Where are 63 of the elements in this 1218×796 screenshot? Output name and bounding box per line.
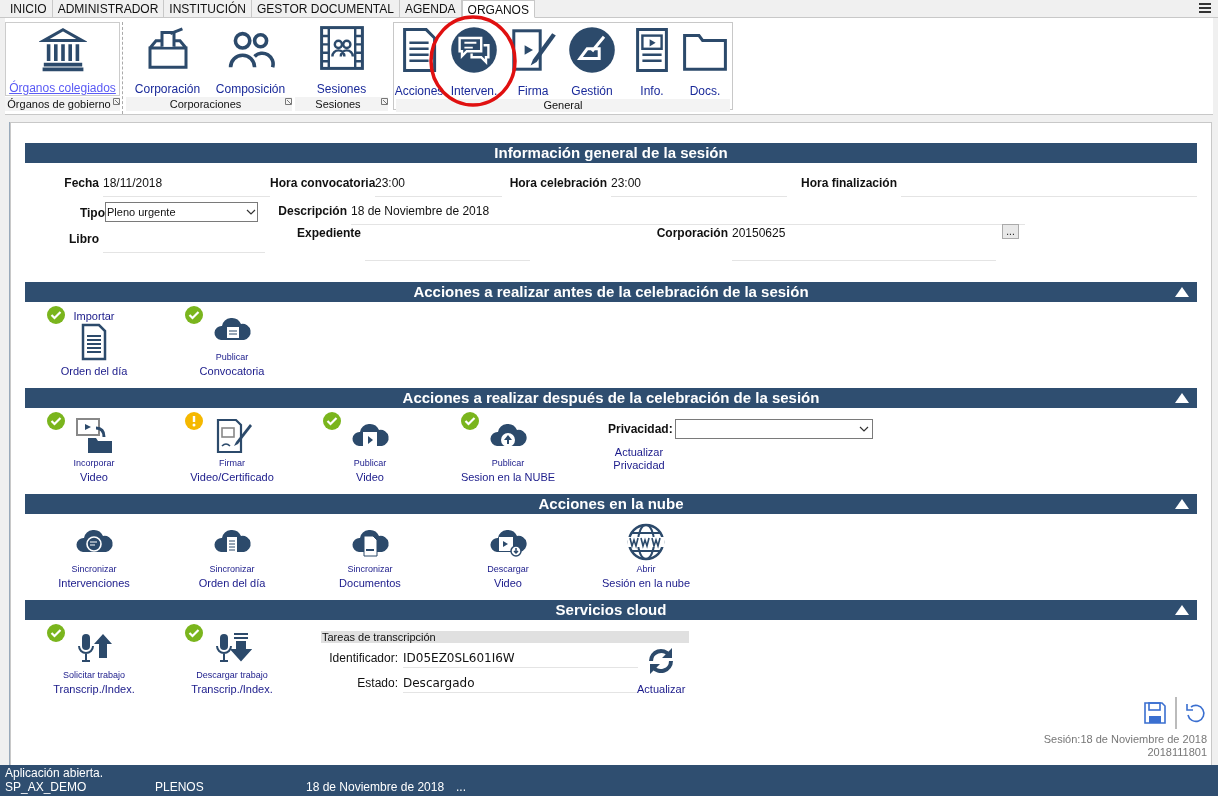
ribbon-button[interactable]: Docs. <box>680 24 730 98</box>
action-button[interactable]: Publicar Video <box>301 408 439 494</box>
field-value[interactable]: 23:00 <box>611 171 787 197</box>
action-button[interactable]: Descargar Video <box>439 514 577 600</box>
status-text: ... <box>456 780 467 794</box>
field-label: Tipo <box>78 205 105 222</box>
ribbon-button[interactable]: Acciones <box>396 24 442 98</box>
session-code: 2018111801 <box>1147 746 1207 759</box>
field-label: Descripción <box>277 203 348 220</box>
section-title: Información general de la sesión <box>494 142 728 163</box>
ribbon-button[interactable]: Composición <box>209 22 292 96</box>
status-text: PLENOS <box>155 780 205 794</box>
field-label: Estado: <box>356 675 399 692</box>
section-title: Acciones a realizar después de la celebración de la sesión <box>402 387 820 408</box>
action-button[interactable]: Importar Orden del día <box>25 302 163 388</box>
action-button[interactable]: Publicar Sesion en la NUBE <box>439 408 577 494</box>
section-title: Acciones a realizar antes de la celebración de la sesión <box>413 281 809 302</box>
field-value[interactable]: ID05EZ0SL601I6W <box>403 644 638 668</box>
action-button[interactable]: Firmar Video/Certificado <box>163 408 301 494</box>
field-value[interactable]: 18 de Noviembre de 2018 <box>351 199 1025 225</box>
status-text: SP_AX_DEMO <box>5 780 88 794</box>
field-label: Privacidad: <box>608 421 673 438</box>
field-value[interactable]: Descargado <box>403 669 638 693</box>
field-label: Hora celebración <box>508 175 608 192</box>
ribbon-button[interactable]: Info. <box>624 24 680 98</box>
field-label: Corporación <box>655 225 729 242</box>
action-button[interactable]: Publicar Convocatoria <box>163 302 301 388</box>
field-label: Hora convocatoria <box>270 175 375 192</box>
ribbon-button[interactable]: Sesiones <box>295 22 388 96</box>
field-label: Fecha <box>63 175 100 192</box>
action-button[interactable]: Incorporar Video <box>25 408 163 494</box>
field-label: Expediente <box>295 225 362 242</box>
action-button[interactable]: Sincronizar Orden del día <box>163 514 301 600</box>
field-value[interactable]: 18/11/2018 <box>103 171 270 197</box>
field-value[interactable]: 23:00 <box>375 171 502 197</box>
action-button[interactable]: Sincronizar Intervenciones <box>25 514 163 600</box>
group-label: General <box>542 99 584 112</box>
field-label: Libro <box>68 231 100 248</box>
section-title: Acciones en la nube <box>538 493 684 514</box>
action-button[interactable]: Solicitar trabajo Transcrip./Index. <box>25 620 163 701</box>
action-button[interactable]: Descargar trabajo Transcrip./Index. <box>163 620 301 701</box>
ribbon-button[interactable]: Corporación <box>126 22 209 96</box>
action-button[interactable]: Abrir Sesión en la nube <box>577 514 715 600</box>
field-label: Hora finalización <box>799 175 898 192</box>
menu-tab[interactable]: ORGANOS <box>461 0 535 18</box>
refresh-button[interactable]: Actualizar <box>637 645 686 698</box>
ribbon-button[interactable]: Gestión <box>560 24 624 98</box>
section-title: Servicios cloud <box>555 599 667 620</box>
field-value[interactable]: 20150625 <box>732 221 996 261</box>
ribbon-button[interactable]: Órganos colegiados <box>5 22 120 96</box>
panel-title: Tareas de transcripción <box>321 631 689 643</box>
more-button[interactable]: ... <box>1002 224 1019 239</box>
ribbon-button[interactable]: Firma <box>506 24 560 98</box>
group-label: Órganos de gobierno <box>6 97 112 111</box>
status-message: Aplicación abierta. <box>5 766 105 780</box>
session-label: Sesión:18 de Noviembre de 2018 <box>1043 733 1207 746</box>
group-label: Sesiones <box>314 97 362 111</box>
privacy-link[interactable]: Actualizar Privacidad <box>606 446 672 472</box>
field-label: Identificador: <box>328 650 399 667</box>
action-button[interactable]: Sincronizar Documentos <box>301 514 439 600</box>
dropdown-field[interactable]: Pleno urgente <box>105 202 258 222</box>
status-text: 18 de Noviembre de 2018 <box>306 780 446 794</box>
group-label: Corporaciones <box>168 97 243 111</box>
